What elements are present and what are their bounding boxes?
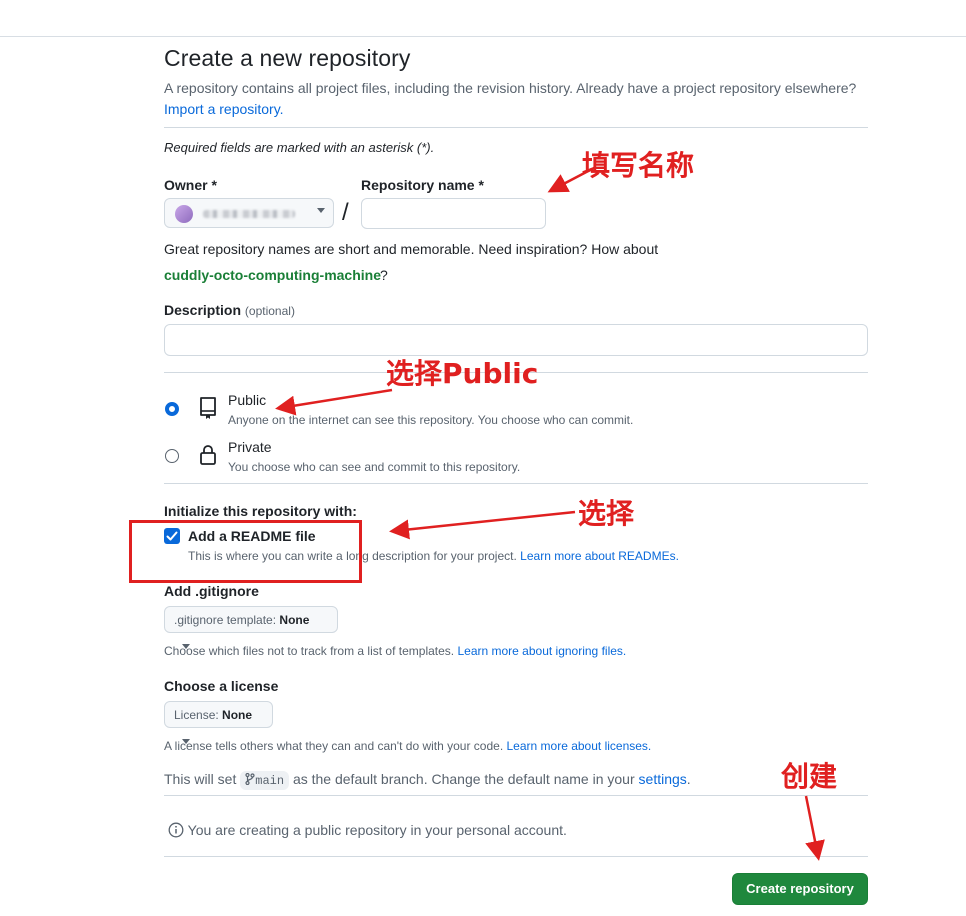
annotation-arrows xyxy=(275,166,825,861)
arrow-to-public xyxy=(275,388,393,416)
arrow-to-create xyxy=(804,795,825,861)
arrow-to-readme xyxy=(389,510,576,540)
arrow-to-repo-name xyxy=(547,166,595,193)
